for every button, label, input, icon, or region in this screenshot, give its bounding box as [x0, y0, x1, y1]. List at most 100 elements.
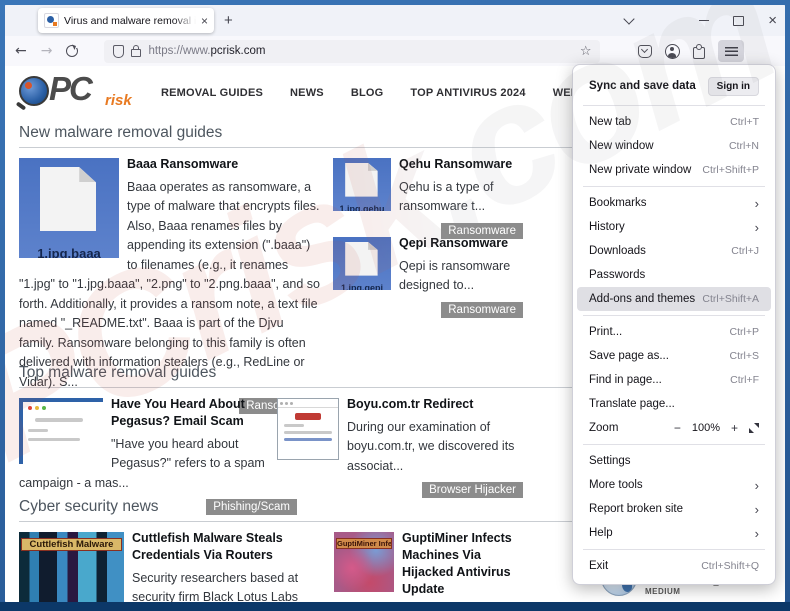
article-cuttlefish[interactable]: Cuttlefish Malware Cuttlefish Malware St…	[19, 530, 315, 602]
menu-item-passwords[interactable]: Passwords	[577, 263, 771, 287]
article-pegasus[interactable]: Have You Heard About Pegasus? Email Scam…	[19, 396, 297, 515]
submenu-arrow-icon: ›	[755, 220, 759, 235]
back-button[interactable]: ←	[15, 43, 27, 59]
https-lock-icon[interactable]	[131, 49, 141, 57]
tracking-shield-icon[interactable]	[113, 45, 124, 58]
menu-item-new-private-window[interactable]: New private windowCtrl+Shift+P	[577, 158, 771, 182]
fullscreen-icon[interactable]	[749, 423, 759, 433]
menu-item-shortcut: Ctrl+N	[729, 140, 759, 152]
red-button	[295, 413, 321, 420]
category-badge[interactable]: Browser Hijacker	[422, 482, 523, 498]
article-baaa[interactable]: 1.jpg.baaa Baaa Ransomware Baaa operates…	[19, 156, 321, 414]
article-qepi[interactable]: 1.jpg.qepi Qepi Ransomware Qepi is ranso…	[333, 235, 523, 318]
menu-item-sync[interactable]: Sync and save data Sign in	[577, 71, 771, 101]
menu-item-zoom: Zoom − 100% +	[577, 416, 771, 440]
article-thumbnail[interactable]: GuptiMiner Infects	[334, 532, 394, 592]
menu-item-label: Find in page...	[589, 374, 730, 386]
maximize-button[interactable]	[733, 16, 744, 26]
menu-item-label: Sync and save data	[589, 80, 708, 92]
new-tab-button[interactable]: +	[224, 12, 233, 29]
menu-item-label: Bookmarks	[589, 197, 755, 209]
pocket-icon[interactable]	[638, 45, 652, 58]
menu-item-history[interactable]: History›	[577, 215, 771, 239]
zoom-out-button[interactable]: −	[674, 421, 681, 435]
article-qehu[interactable]: 1.jpg.qehu Qehu Ransomware Qehu is a typ…	[333, 156, 523, 239]
sign-in-button[interactable]: Sign in	[708, 77, 759, 96]
thumbnail-caption: 1.jpg.qepi	[333, 283, 391, 290]
article-boyu[interactable]: Boyu.com.tr Redirect During our examinat…	[277, 396, 523, 498]
menu-item-label: More tools	[589, 479, 755, 491]
nav-blog[interactable]: BLOG	[351, 87, 384, 99]
menu-item-find-in-page[interactable]: Find in page...Ctrl+F	[577, 368, 771, 392]
menu-item-shortcut: Ctrl+Shift+A	[702, 293, 759, 305]
menu-item-downloads[interactable]: DownloadsCtrl+J	[577, 239, 771, 263]
tab-title: Virus and malware removal inst	[64, 15, 196, 27]
frame-bottom-band	[0, 602, 790, 611]
screenshot-frame: Virus and malware removal inst × + × ← →…	[0, 0, 790, 611]
zoom-in-button[interactable]: +	[731, 421, 738, 435]
article-guptiminer[interactable]: GuptiMiner Infects GuptiMiner Infects Ma…	[334, 530, 530, 602]
menu-item-new-window[interactable]: New windowCtrl+N	[577, 134, 771, 158]
menu-separator	[583, 186, 765, 187]
forward-button[interactable]: →	[41, 43, 53, 59]
browser-window: Virus and malware removal inst × + × ← →…	[5, 5, 785, 602]
menu-item-help[interactable]: Help›	[577, 521, 771, 545]
menu-item-save-page-as[interactable]: Save page as...Ctrl+S	[577, 344, 771, 368]
submenu-arrow-icon: ›	[755, 502, 759, 517]
menu-item-label: Settings	[589, 455, 759, 467]
account-icon[interactable]	[665, 44, 680, 59]
article-thumbnail[interactable]: 1.jpg.qehu	[333, 158, 391, 211]
category-badge[interactable]: Ransomware	[441, 302, 523, 318]
menu-item-label: Zoom	[589, 422, 674, 434]
bookmark-star-icon[interactable]: ☆	[580, 44, 592, 59]
file-icon	[345, 163, 377, 197]
article-thumbnail[interactable]: 1.jpg.baaa	[19, 158, 119, 258]
menu-item-print[interactable]: Print...Ctrl+P	[577, 320, 771, 344]
menu-item-new-tab[interactable]: New tabCtrl+T	[577, 110, 771, 134]
hamburger-icon	[725, 47, 738, 56]
browser-toolbar: ← → https://www.pcrisk.com ☆	[5, 36, 785, 67]
menu-item-report-broken-site[interactable]: Report broken site›	[577, 497, 771, 521]
menu-item-addons-and-themes[interactable]: Add-ons and themesCtrl+Shift+A	[577, 287, 771, 311]
menu-item-exit[interactable]: ExitCtrl+Shift+Q	[577, 554, 771, 578]
logo-risk-text: risk	[105, 92, 132, 109]
menu-button[interactable]	[718, 40, 744, 62]
menu-item-label: Exit	[589, 560, 701, 572]
article-thumbnail[interactable]	[277, 398, 339, 460]
menu-item-label: New window	[589, 140, 729, 152]
menu-item-bookmarks[interactable]: Bookmarks›	[577, 191, 771, 215]
article-thumbnail[interactable]: 1.jpg.qepi	[333, 237, 391, 290]
close-window-button[interactable]: ×	[768, 13, 777, 28]
menu-item-label: Passwords	[589, 269, 759, 281]
menu-item-label: Help	[589, 527, 755, 539]
article-thumbnail[interactable]: Cuttlefish Malware	[19, 532, 124, 602]
menu-item-label: New tab	[589, 116, 730, 128]
nav-top-antivirus[interactable]: TOP ANTIVIRUS 2024	[410, 87, 525, 99]
thumbnail-caption: 1.jpg.qehu	[333, 204, 391, 211]
firefox-app-menu: Sync and save data Sign in New tabCtrl+T…	[572, 64, 776, 585]
extensions-icon[interactable]	[693, 47, 705, 59]
list-tabs-chevron-icon[interactable]	[624, 13, 635, 24]
tab-close-icon[interactable]: ×	[201, 15, 208, 27]
refresh-button[interactable]	[66, 45, 78, 57]
nav-removal-guides[interactable]: REMOVAL GUIDES	[161, 87, 263, 99]
menu-item-settings[interactable]: Settings	[577, 449, 771, 473]
minimize-button[interactable]	[699, 20, 709, 21]
menu-item-label: New private window	[589, 164, 702, 176]
menu-item-label: Print...	[589, 326, 730, 338]
category-badge[interactable]: Phishing/Scam	[206, 499, 297, 515]
url-input[interactable]: https://www.pcrisk.com ☆	[104, 40, 600, 63]
menu-item-shortcut: Ctrl+P	[730, 326, 759, 338]
thumbnail-label: Cuttlefish Malware	[21, 538, 122, 551]
menu-item-shortcut: Ctrl+F	[730, 374, 759, 386]
nav-news[interactable]: NEWS	[290, 87, 324, 99]
menu-item-shortcut: Ctrl+S	[730, 350, 759, 362]
menu-item-label: History	[589, 221, 755, 233]
article-thumbnail[interactable]	[19, 398, 103, 464]
browser-tab[interactable]: Virus and malware removal inst ×	[38, 8, 214, 33]
menu-separator	[583, 549, 765, 550]
zoom-level-value[interactable]: 100%	[692, 422, 720, 434]
menu-item-shortcut: Ctrl+Shift+Q	[701, 560, 759, 572]
menu-item-translate-page[interactable]: Translate page...	[577, 392, 771, 416]
menu-item-more-tools[interactable]: More tools›	[577, 473, 771, 497]
